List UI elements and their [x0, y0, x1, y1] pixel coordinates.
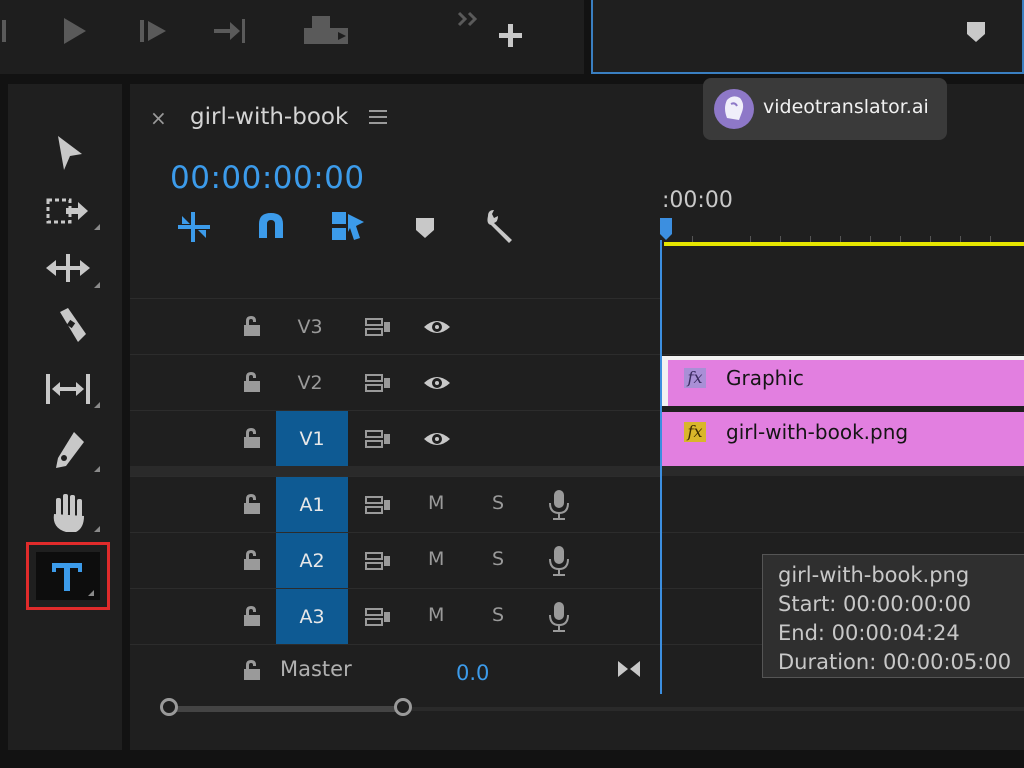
face-logo-icon — [714, 89, 754, 129]
tooltip-end: End: 00:00:04:24 — [778, 621, 960, 645]
selection-tool[interactable] — [44, 128, 108, 176]
go-to-edit-icon[interactable] — [616, 659, 642, 679]
lock-icon[interactable] — [242, 371, 262, 393]
panel-menu-icon[interactable] — [368, 108, 388, 126]
fx-badge: fx — [684, 368, 706, 388]
solo-button[interactable]: S — [492, 604, 504, 626]
track-name-v2[interactable]: V2 — [274, 355, 346, 411]
type-tool-highlight — [26, 542, 110, 610]
eye-icon[interactable] — [422, 373, 452, 393]
voiceover-mic-icon[interactable] — [548, 601, 570, 633]
clip-girl-with-book[interactable]: fx girl-with-book.png — [662, 412, 1024, 466]
program-monitor-controls — [0, 0, 584, 74]
marker-icon[interactable] — [965, 20, 987, 44]
sync-lock-icon[interactable] — [364, 317, 392, 337]
razor-blade-icon — [60, 308, 86, 342]
mute-button[interactable]: M — [428, 492, 444, 514]
mute-button[interactable]: M — [428, 548, 444, 570]
add-button-icon[interactable] — [497, 22, 525, 50]
fx-badge: fx — [684, 422, 706, 442]
track-row-a1: A1 M S — [130, 476, 660, 533]
settings-wrench-icon[interactable] — [482, 208, 518, 244]
ruler-time-label: :00:00 — [662, 188, 733, 213]
sync-lock-icon[interactable] — [364, 429, 392, 449]
eye-icon[interactable] — [422, 317, 452, 337]
step-frame-icon[interactable] — [138, 18, 170, 44]
lane-separator — [662, 354, 1024, 355]
lock-icon[interactable] — [242, 605, 262, 627]
mute-button[interactable]: M — [428, 604, 444, 626]
sync-lock-icon[interactable] — [364, 551, 392, 571]
tools-panel — [8, 84, 122, 750]
hand-tool[interactable] — [44, 488, 108, 536]
watermark-badge: videotranslator.ai — [703, 78, 947, 140]
arrow-pointer-icon — [58, 136, 82, 170]
export-frame-icon[interactable] — [302, 14, 350, 46]
lock-icon[interactable] — [242, 549, 262, 571]
playhead-timecode[interactable]: 00:00:00:00 — [170, 160, 365, 196]
lane-divider — [662, 466, 1024, 476]
clip-graphic[interactable]: fx Graphic — [662, 356, 1024, 406]
work-area-bar[interactable] — [664, 242, 1024, 246]
tooltip-duration: Duration: 00:00:05:00 — [778, 650, 1012, 674]
ripple-edit-tool[interactable] — [44, 244, 108, 292]
tooltip-clip-name: girl-with-book.png — [778, 563, 970, 587]
step-forward-icon[interactable] — [0, 18, 14, 44]
clip-label: girl-with-book.png — [726, 420, 909, 444]
clip-info-tooltip: girl-with-book.png Start: 00:00:00:00 En… — [762, 554, 1024, 678]
tooltip-start: Start: 00:00:00:00 — [778, 592, 972, 616]
slip-tool[interactable] — [44, 364, 108, 412]
playhead-handle[interactable] — [658, 216, 674, 242]
track-row-v2: V2 — [130, 354, 660, 411]
more-chevrons-icon[interactable] — [456, 10, 482, 28]
lock-icon[interactable] — [242, 493, 262, 515]
nest-icon[interactable] — [176, 210, 212, 244]
solo-button[interactable]: S — [492, 548, 504, 570]
eye-icon[interactable] — [422, 429, 452, 449]
scroll-thumb[interactable] — [172, 706, 404, 712]
razor-tool[interactable] — [44, 304, 108, 352]
track-row-v3: V3 — [130, 298, 660, 355]
timeline-zoom-scrollbar[interactable] — [160, 698, 1024, 720]
type-tool[interactable] — [36, 552, 100, 600]
lane-separator — [662, 532, 1024, 533]
voiceover-mic-icon[interactable] — [548, 545, 570, 577]
track-name-a1[interactable]: A1 — [276, 477, 348, 533]
scroll-right-handle[interactable] — [394, 698, 412, 716]
source-monitor-panel — [591, 0, 1024, 74]
track-name-a3[interactable]: A3 — [276, 589, 348, 645]
scroll-left-handle[interactable] — [160, 698, 178, 716]
track-row-v1: V1 — [130, 410, 660, 467]
clip-label: Graphic — [726, 366, 804, 390]
voiceover-mic-icon[interactable] — [548, 489, 570, 521]
sync-lock-icon[interactable] — [364, 607, 392, 627]
lock-icon[interactable] — [242, 659, 262, 681]
sync-lock-icon[interactable] — [364, 495, 392, 515]
play-icon[interactable] — [60, 16, 90, 46]
sync-lock-icon[interactable] — [364, 373, 392, 393]
add-marker-icon[interactable] — [414, 216, 436, 240]
watermark-text: videotranslator.ai — [763, 96, 929, 118]
track-row-a3: A3 M S — [130, 588, 660, 645]
solo-button[interactable]: S — [492, 492, 504, 514]
sequence-tab-title[interactable]: girl-with-book — [190, 104, 348, 130]
track-name-v1[interactable]: V1 — [276, 411, 348, 467]
master-volume-value[interactable]: 0.0 — [456, 661, 489, 685]
track-row-a2: A2 M S — [130, 532, 660, 589]
linked-selection-icon[interactable] — [330, 208, 366, 242]
snap-magnet-icon[interactable] — [256, 210, 286, 242]
type-t-icon — [52, 563, 82, 591]
track-name-a2[interactable]: A2 — [276, 533, 348, 589]
track-row-master: Master 0.0 — [130, 644, 660, 695]
close-tab-icon[interactable]: × — [150, 106, 167, 130]
video-audio-divider[interactable] — [130, 466, 660, 476]
master-track-label: Master — [280, 657, 352, 681]
pen-tool[interactable] — [44, 428, 108, 476]
track-select-tool[interactable] — [44, 186, 108, 234]
lock-icon[interactable] — [242, 315, 262, 337]
go-to-out-icon[interactable] — [212, 16, 248, 46]
track-name-v3[interactable]: V3 — [274, 299, 346, 355]
lock-icon[interactable] — [242, 427, 262, 449]
